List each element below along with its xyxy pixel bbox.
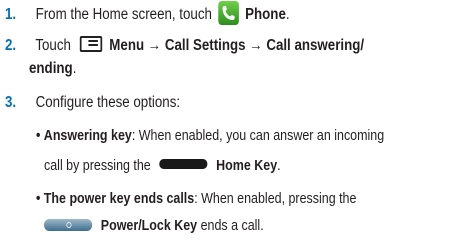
step-2: 2. Touch Menu → Call Settings → Call ans… [5,35,365,56]
power-lock-key-label: Power/Lock Key [100,218,198,234]
option-description: : When enabled, you can answer an incomi… [131,128,385,144]
option-title: Answering key [43,128,132,144]
step-number: 1. [5,6,17,24]
home-key-icon [159,159,208,170]
step-number: 3. [5,94,17,111]
bullet: • [36,128,41,144]
period: . [285,6,290,24]
option-title: The power key ends calls [43,191,195,207]
step-text: From the Home screen, touch [35,6,212,24]
phone-icon [218,1,239,25]
option-power-key-ends-calls: • The power key ends calls: When enabled,… [36,189,356,209]
option-description: call by pressing the [44,158,151,174]
home-key-label: Home Key [216,158,278,174]
step-2-continued: ending. [29,59,76,79]
step-3: 3. Configure these options: [5,93,180,113]
period: . [72,60,77,77]
option-description: ends a call. [197,218,264,234]
option-power-key-continued: Power/Lock Key ends a call. [44,216,264,236]
phone-label: Phone [245,6,286,24]
power-lock-key-icon [44,219,93,232]
menu-icon [79,35,103,52]
menu-path-end: ending [29,60,73,77]
step-1: 1. From the Home screen, touch Phone. [5,1,290,27]
step-number: 2. [5,37,17,54]
option-description: : When enabled, pressing the [194,191,357,207]
menu-path: Menu → Call Settings → Call answering/ [109,37,365,54]
option-answering-key: • Answering key: When enabled, you can an… [36,126,384,146]
step-text: Touch [35,37,71,54]
step-text: Configure these options: [35,94,181,111]
period: . [277,158,281,174]
bullet: • [36,191,41,207]
option-answering-key-continued: call by pressing the Home Key. [44,156,281,176]
